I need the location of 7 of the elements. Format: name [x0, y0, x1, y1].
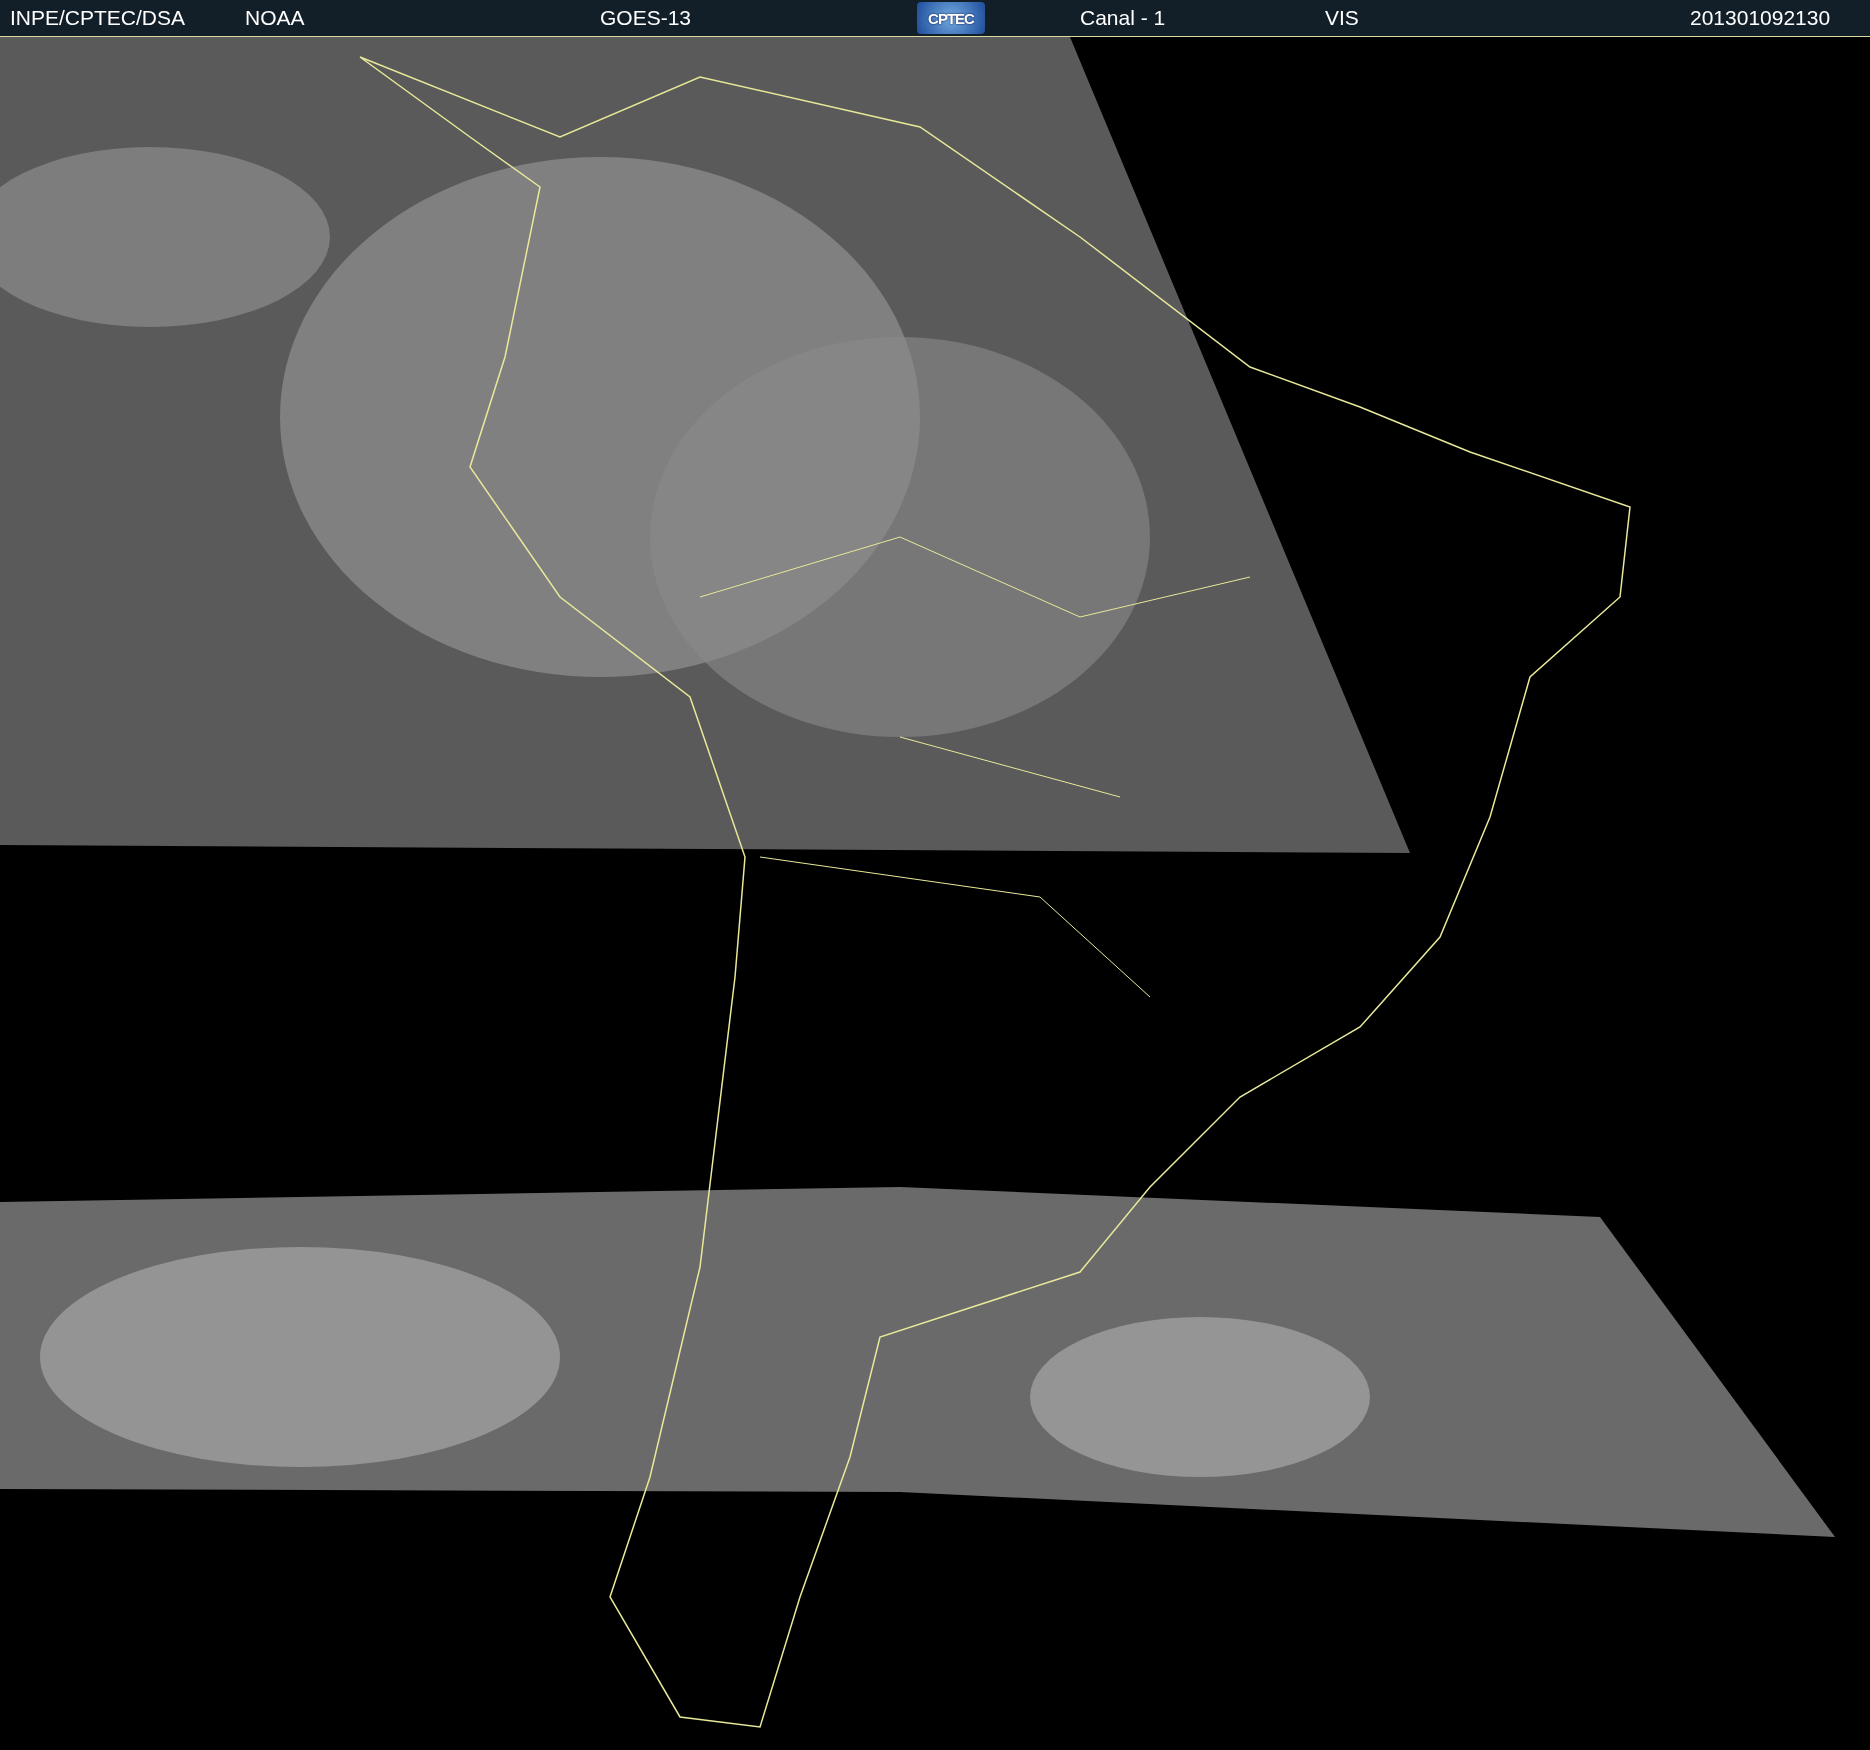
logo: CPTEC: [917, 2, 985, 34]
header-label: GOES-13: [600, 5, 692, 31]
header-label: Canal - 1: [1080, 5, 1166, 31]
header-label: NOAA: [245, 5, 305, 31]
header-label: INPE/CPTEC/DSA: [10, 5, 186, 31]
header-label: VIS: [1325, 5, 1359, 31]
header-label: 201301092130: [1690, 5, 1831, 31]
